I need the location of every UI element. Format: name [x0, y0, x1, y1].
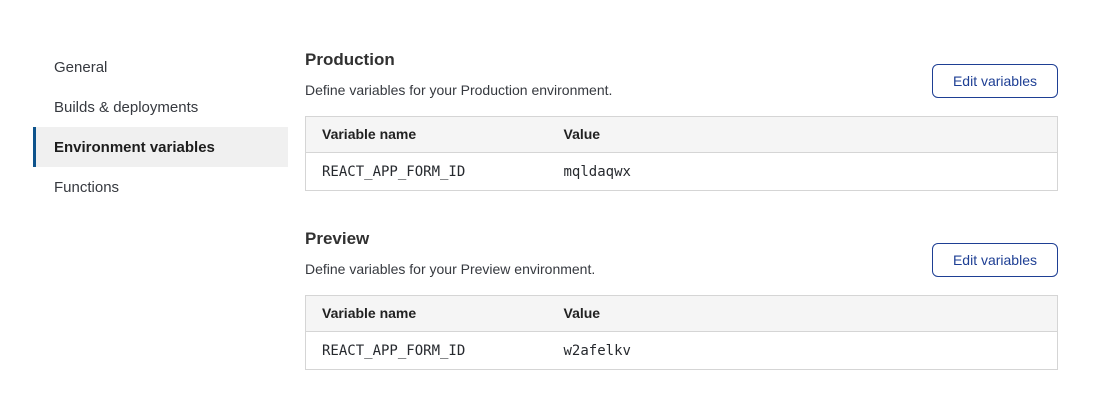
preview-edit-variables-button[interactable]: Edit variables	[932, 243, 1058, 277]
variable-name-cell: REACT_APP_FORM_ID	[306, 332, 548, 370]
sidebar-item-label: Functions	[54, 179, 119, 196]
variable-name-column-header: Variable name	[306, 117, 548, 153]
preview-variables-table: Variable name Value REACT_APP_FORM_ID w2…	[305, 295, 1058, 370]
sidebar-item-label: Builds & deployments	[54, 99, 198, 116]
sidebar-item-builds-deployments[interactable]: Builds & deployments	[33, 87, 288, 127]
production-variables-table: Variable name Value REACT_APP_FORM_ID mq…	[305, 116, 1058, 191]
variable-name-cell: REACT_APP_FORM_ID	[306, 153, 548, 191]
production-section: Production Define variables for your Pro…	[305, 50, 1058, 191]
variable-name-column-header: Variable name	[306, 296, 548, 332]
table-header-row: Variable name Value	[306, 117, 1058, 153]
sidebar-item-label: Environment variables	[54, 139, 215, 156]
settings-content: Production Define variables for your Pro…	[305, 50, 1058, 370]
environment-variables-settings-page: General Builds & deployments Environment…	[0, 0, 1100, 420]
sidebar-item-environment-variables[interactable]: Environment variables	[33, 127, 288, 167]
value-column-header: Value	[548, 117, 1058, 153]
table-header-row: Variable name Value	[306, 296, 1058, 332]
variable-value-cell: mqldaqwx	[548, 153, 1058, 191]
table-row: REACT_APP_FORM_ID w2afelkv	[306, 332, 1058, 370]
value-column-header: Value	[548, 296, 1058, 332]
sidebar-item-general[interactable]: General	[33, 47, 288, 87]
variable-value-cell: w2afelkv	[548, 332, 1058, 370]
table-row: REACT_APP_FORM_ID mqldaqwx	[306, 153, 1058, 191]
sidebar-item-label: General	[54, 59, 107, 76]
production-edit-variables-button[interactable]: Edit variables	[932, 64, 1058, 98]
preview-section: Preview Define variables for your Previe…	[305, 229, 1058, 370]
settings-sidebar: General Builds & deployments Environment…	[33, 47, 288, 207]
sidebar-item-functions[interactable]: Functions	[33, 167, 288, 207]
